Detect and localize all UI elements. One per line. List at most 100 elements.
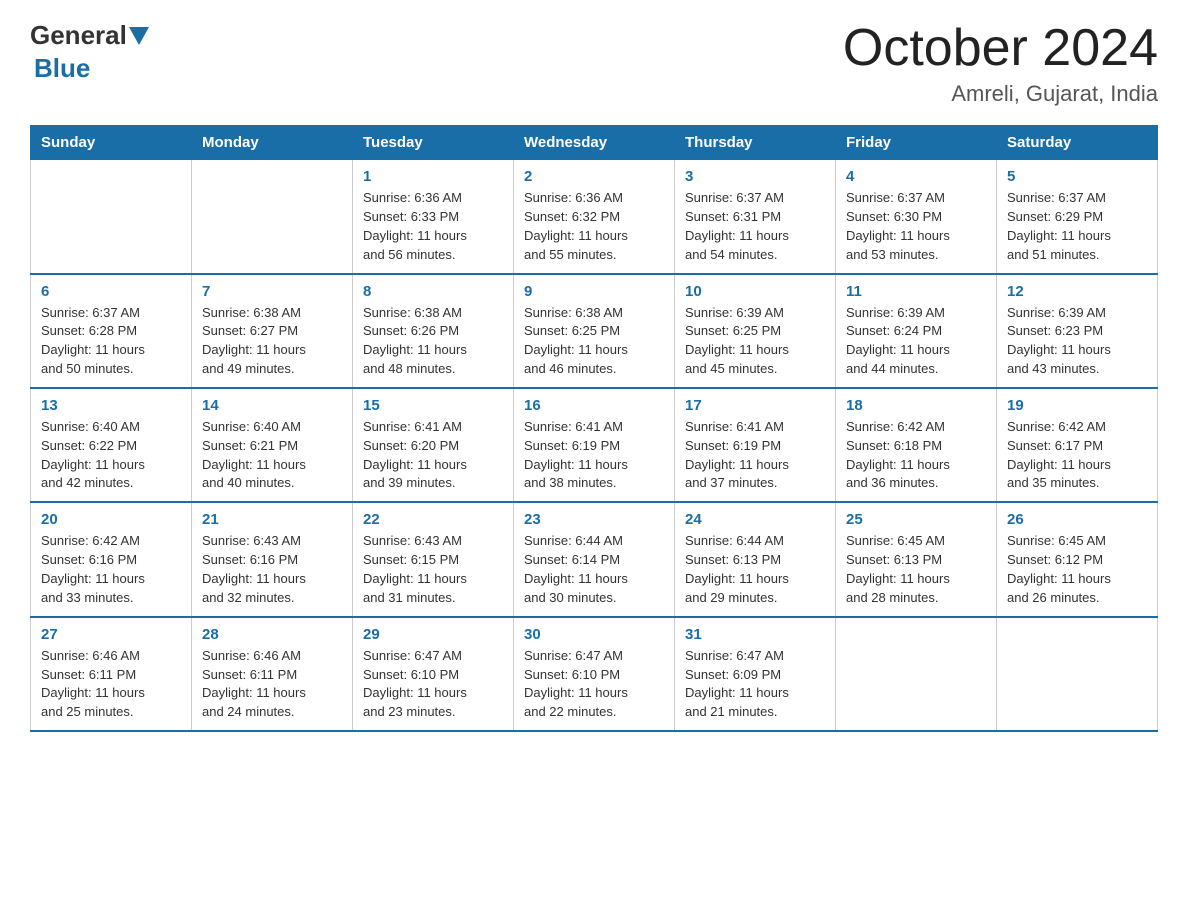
day-number: 10 — [685, 283, 825, 300]
day-number: 30 — [524, 626, 664, 643]
calendar-cell: 19 Sunrise: 6:42 AM Sunset: 6:17 PM Dayli… — [997, 388, 1158, 502]
month-title: October 2024 — [843, 20, 1158, 77]
calendar-cell: 13 Sunrise: 6:40 AM Sunset: 6:22 PM Dayli… — [31, 388, 192, 502]
calendar-cell: 28 Sunrise: 6:46 AM Sunset: 6:11 PM Dayli… — [192, 617, 353, 731]
calendar-week-row: 6 Sunrise: 6:37 AM Sunset: 6:28 PM Daylig… — [31, 274, 1158, 388]
day-number: 2 — [524, 168, 664, 185]
day-number: 17 — [685, 397, 825, 414]
header-thursday: Thursday — [675, 126, 836, 160]
day-info: Sunrise: 6:43 AM Sunset: 6:15 PM Dayligh… — [363, 532, 503, 607]
header-monday: Monday — [192, 126, 353, 160]
day-number: 22 — [363, 511, 503, 528]
day-info: Sunrise: 6:47 AM Sunset: 6:09 PM Dayligh… — [685, 647, 825, 722]
calendar-cell: 24 Sunrise: 6:44 AM Sunset: 6:13 PM Dayli… — [675, 502, 836, 616]
day-info: Sunrise: 6:39 AM Sunset: 6:25 PM Dayligh… — [685, 304, 825, 379]
day-info: Sunrise: 6:40 AM Sunset: 6:22 PM Dayligh… — [41, 418, 181, 493]
calendar-cell: 12 Sunrise: 6:39 AM Sunset: 6:23 PM Dayli… — [997, 274, 1158, 388]
day-number: 15 — [363, 397, 503, 414]
calendar-cell: 2 Sunrise: 6:36 AM Sunset: 6:32 PM Daylig… — [514, 160, 675, 274]
day-info: Sunrise: 6:45 AM Sunset: 6:12 PM Dayligh… — [1007, 532, 1147, 607]
calendar-cell: 5Sunrise: 6:37 AM Sunset: 6:29 PM Daylig… — [997, 160, 1158, 274]
title-area: October 2024 Amreli, Gujarat, India — [843, 20, 1158, 107]
day-number: 28 — [202, 626, 342, 643]
calendar-cell: 26 Sunrise: 6:45 AM Sunset: 6:12 PM Dayli… — [997, 502, 1158, 616]
day-info: Sunrise: 6:39 AM Sunset: 6:24 PM Dayligh… — [846, 304, 986, 379]
calendar-cell: 30 Sunrise: 6:47 AM Sunset: 6:10 PM Dayli… — [514, 617, 675, 731]
day-number: 4 — [846, 168, 986, 185]
day-info: Sunrise: 6:37 AM Sunset: 6:28 PM Dayligh… — [41, 304, 181, 379]
day-number: 26 — [1007, 511, 1147, 528]
day-info: Sunrise: 6:36 AM Sunset: 6:33 PM Dayligh… — [363, 189, 503, 264]
calendar-cell: 8 Sunrise: 6:38 AM Sunset: 6:26 PM Daylig… — [353, 274, 514, 388]
day-info: Sunrise: 6:38 AM Sunset: 6:25 PM Dayligh… — [524, 304, 664, 379]
day-info: Sunrise: 6:44 AM Sunset: 6:13 PM Dayligh… — [685, 532, 825, 607]
day-number: 8 — [363, 283, 503, 300]
day-number: 31 — [685, 626, 825, 643]
day-number: 9 — [524, 283, 664, 300]
day-info: Sunrise: 6:41 AM Sunset: 6:19 PM Dayligh… — [524, 418, 664, 493]
header-friday: Friday — [836, 126, 997, 160]
day-info: Sunrise: 6:43 AM Sunset: 6:16 PM Dayligh… — [202, 532, 342, 607]
day-number: 7 — [202, 283, 342, 300]
day-info: Sunrise: 6:36 AM Sunset: 6:32 PM Dayligh… — [524, 189, 664, 264]
calendar-cell — [192, 160, 353, 274]
calendar-header-row: Sunday Monday Tuesday Wednesday Thursday… — [31, 126, 1158, 160]
day-info: Sunrise: 6:45 AM Sunset: 6:13 PM Dayligh… — [846, 532, 986, 607]
calendar-cell: 17Sunrise: 6:41 AM Sunset: 6:19 PM Dayli… — [675, 388, 836, 502]
day-info: Sunrise: 6:42 AM Sunset: 6:18 PM Dayligh… — [846, 418, 986, 493]
day-info: Sunrise: 6:42 AM Sunset: 6:16 PM Dayligh… — [41, 532, 181, 607]
calendar-cell: 22 Sunrise: 6:43 AM Sunset: 6:15 PM Dayli… — [353, 502, 514, 616]
calendar-cell: 16 Sunrise: 6:41 AM Sunset: 6:19 PM Dayli… — [514, 388, 675, 502]
day-info: Sunrise: 6:41 AM Sunset: 6:20 PM Dayligh… — [363, 418, 503, 493]
header-sunday: Sunday — [31, 126, 192, 160]
day-info: Sunrise: 6:46 AM Sunset: 6:11 PM Dayligh… — [41, 647, 181, 722]
day-number: 3 — [685, 168, 825, 185]
day-info: Sunrise: 6:38 AM Sunset: 6:26 PM Dayligh… — [363, 304, 503, 379]
calendar-cell: 20 Sunrise: 6:42 AM Sunset: 6:16 PM Dayli… — [31, 502, 192, 616]
day-number: 19 — [1007, 397, 1147, 414]
day-info: Sunrise: 6:42 AM Sunset: 6:17 PM Dayligh… — [1007, 418, 1147, 493]
day-info: Sunrise: 6:47 AM Sunset: 6:10 PM Dayligh… — [524, 647, 664, 722]
day-number: 6 — [41, 283, 181, 300]
calendar-cell: 6 Sunrise: 6:37 AM Sunset: 6:28 PM Daylig… — [31, 274, 192, 388]
day-info: Sunrise: 6:37 AM Sunset: 6:29 PM Dayligh… — [1007, 189, 1147, 264]
calendar-cell: 23Sunrise: 6:44 AM Sunset: 6:14 PM Dayli… — [514, 502, 675, 616]
calendar-week-row: 20 Sunrise: 6:42 AM Sunset: 6:16 PM Dayli… — [31, 502, 1158, 616]
day-number: 20 — [41, 511, 181, 528]
day-number: 11 — [846, 283, 986, 300]
day-number: 29 — [363, 626, 503, 643]
day-number: 13 — [41, 397, 181, 414]
day-info: Sunrise: 6:37 AM Sunset: 6:31 PM Dayligh… — [685, 189, 825, 264]
calendar-cell — [31, 160, 192, 274]
day-info: Sunrise: 6:37 AM Sunset: 6:30 PM Dayligh… — [846, 189, 986, 264]
day-number: 14 — [202, 397, 342, 414]
day-info: Sunrise: 6:47 AM Sunset: 6:10 PM Dayligh… — [363, 647, 503, 722]
day-number: 16 — [524, 397, 664, 414]
logo-area: General Blue — [30, 20, 151, 84]
calendar-week-row: 13 Sunrise: 6:40 AM Sunset: 6:22 PM Dayli… — [31, 388, 1158, 502]
logo-blue-text: Blue — [34, 53, 90, 83]
calendar-cell: 25Sunrise: 6:45 AM Sunset: 6:13 PM Dayli… — [836, 502, 997, 616]
calendar-week-row: 1 Sunrise: 6:36 AM Sunset: 6:33 PM Daylig… — [31, 160, 1158, 274]
day-number: 23 — [524, 511, 664, 528]
day-number: 12 — [1007, 283, 1147, 300]
logo: General — [30, 20, 151, 51]
calendar-cell: 7Sunrise: 6:38 AM Sunset: 6:27 PM Daylig… — [192, 274, 353, 388]
logo-triangle-icon — [129, 27, 149, 45]
calendar-cell: 10 Sunrise: 6:39 AM Sunset: 6:25 PM Dayli… — [675, 274, 836, 388]
calendar-cell: 3 Sunrise: 6:37 AM Sunset: 6:31 PM Daylig… — [675, 160, 836, 274]
page-header: General Blue October 2024 Amreli, Gujara… — [30, 20, 1158, 107]
day-info: Sunrise: 6:46 AM Sunset: 6:11 PM Dayligh… — [202, 647, 342, 722]
logo-general-text: General — [30, 20, 127, 51]
calendar-cell — [997, 617, 1158, 731]
calendar-cell: 14Sunrise: 6:40 AM Sunset: 6:21 PM Dayli… — [192, 388, 353, 502]
day-number: 24 — [685, 511, 825, 528]
calendar-cell: 4 Sunrise: 6:37 AM Sunset: 6:30 PM Daylig… — [836, 160, 997, 274]
calendar-cell: 15 Sunrise: 6:41 AM Sunset: 6:20 PM Dayli… — [353, 388, 514, 502]
day-info: Sunrise: 6:39 AM Sunset: 6:23 PM Dayligh… — [1007, 304, 1147, 379]
location-subtitle: Amreli, Gujarat, India — [843, 81, 1158, 107]
day-number: 1 — [363, 168, 503, 185]
calendar-cell: 21Sunrise: 6:43 AM Sunset: 6:16 PM Dayli… — [192, 502, 353, 616]
calendar-cell: 27Sunrise: 6:46 AM Sunset: 6:11 PM Dayli… — [31, 617, 192, 731]
header-tuesday: Tuesday — [353, 126, 514, 160]
